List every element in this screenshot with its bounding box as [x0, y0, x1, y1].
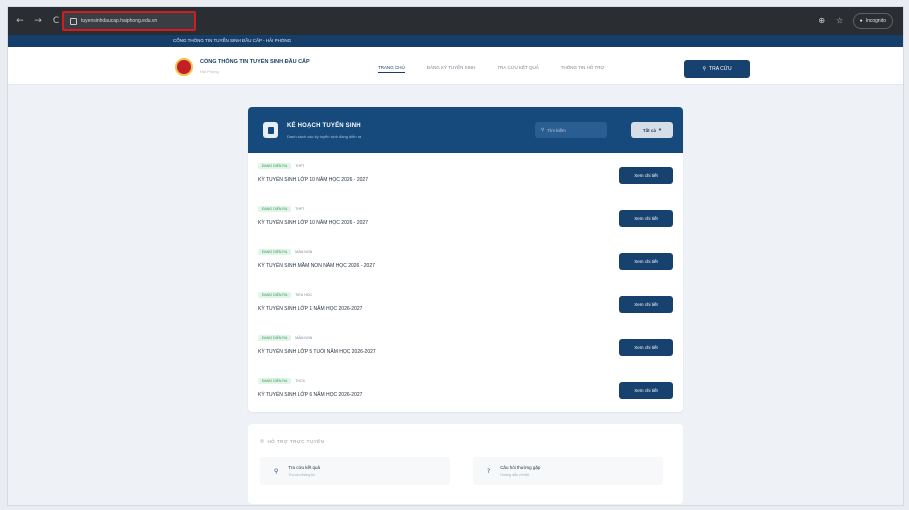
main-nav: TRANG CHỦ ĐĂNG KÝ TUYỂN SINH TRA CỨU KẾT…: [378, 65, 604, 73]
support-item-sub: Tra cứu thông tin: [288, 473, 315, 477]
list-item: ĐANG DIỄN RA MẦM NON KỲ TUYỂN SINH MẦM NO…: [248, 241, 683, 284]
support-item-results[interactable]: ⚲ Tra cứu kết quả Tra cứu thông tin: [260, 457, 450, 485]
support-item-sub: Hướng dẫn chi tiết: [500, 473, 530, 477]
view-detail-button[interactable]: Xem chi tiết: [619, 253, 673, 270]
card-title: KẾ HOẠCH TUYỂN SINH: [287, 123, 361, 129]
support-title: ◎ HỖ TRỢ TRỰC TUYẾN: [260, 438, 324, 444]
search-icon: ⚲: [702, 66, 707, 72]
level-badge: MẦM NON: [295, 250, 313, 254]
card-header: KẾ HOẠCH TUYỂN SINH Danh sách các kỳ tuy…: [248, 107, 683, 153]
incognito-label: Incognito: [865, 18, 886, 24]
chevron-down-icon: ▾: [658, 127, 662, 132]
view-detail-button[interactable]: Xem chi tiết: [619, 382, 673, 399]
plan-title: KỲ TUYỂN SINH LỚP 6 NĂM HỌC 2026-2027: [258, 392, 363, 398]
search-icon: ⚲: [274, 467, 279, 475]
status-badge: ĐANG DIỄN RA: [258, 335, 292, 341]
plan-title: KỲ TUYỂN SINH MẦM NON NĂM HỌC 2026 - 202…: [258, 263, 375, 269]
address-bar[interactable]: tuyensinhdaucap.haiphong.edu.vn: [62, 11, 196, 31]
site-info-icon[interactable]: [70, 17, 77, 25]
card-subtitle: Danh sách các kỳ tuyển sinh đang diễn ra: [287, 134, 362, 139]
list-item: ĐANG DIỄN RA MẦM NON KỲ TUYỂN SINH LỚP 5 …: [248, 327, 683, 370]
plan-title: KỲ TUYỂN SINH LỚP 5 TUỔI NĂM HỌC 2026-20…: [258, 349, 376, 355]
plan-title: KỲ TUYỂN SINH LỚP 10 NĂM HỌC 2026 - 2027: [258, 177, 368, 183]
status-badge: ĐANG DIỄN RA: [258, 206, 292, 212]
lookup-button-label: TRA CỨU: [709, 66, 732, 72]
filter-dropdown[interactable]: Tất cả ▾: [631, 122, 673, 138]
list-item: ĐANG DIỄN RA TIỂU HỌC KỲ TUYỂN SINH LỚP 1…: [248, 284, 683, 327]
incognito-icon: ●: [859, 18, 863, 24]
list-item: ĐANG DIỄN RA THPT KỲ TUYỂN SINH LỚP 10 NĂ…: [248, 155, 683, 198]
zoom-icon[interactable]: ⊕: [817, 16, 827, 26]
nav-item-support[interactable]: THÔNG TIN HỖ TRỢ: [561, 65, 605, 73]
top-info-strip: CỔNG THÔNG TIN TUYỂN SINH ĐẦU CẤP - HẢI …: [8, 35, 903, 47]
site-logo[interactable]: [175, 58, 193, 76]
document-icon: [263, 122, 278, 138]
status-badge: ĐANG DIỄN RA: [258, 378, 292, 384]
nav-item-results[interactable]: TRA CỨU KẾT QUẢ: [497, 65, 538, 73]
url-text: tuyensinhdaucap.haiphong.edu.vn: [81, 18, 158, 24]
level-badge: THCS: [295, 379, 305, 383]
list-item: ĐANG DIỄN RA THPT KỲ TUYỂN SINH LỚP 10 NĂ…: [248, 198, 683, 241]
reload-icon[interactable]: C: [50, 15, 62, 27]
brand: CỔNG THÔNG TIN TUYỂN SINH ĐẦU CẤP Hải Ph…: [200, 59, 310, 74]
view-detail-button[interactable]: Xem chi tiết: [619, 210, 673, 227]
nav-item-register[interactable]: ĐĂNG KÝ TUYỂN SINH: [427, 65, 476, 73]
search-placeholder: Tìm kiếm: [547, 127, 566, 133]
browser-toolbar: ← → C tuyensinhdaucap.haiphong.edu.vn ⊕ …: [8, 7, 903, 35]
bookmark-star-icon[interactable]: ☆: [835, 16, 845, 26]
lookup-button[interactable]: ⚲ TRA CỨU: [684, 60, 750, 78]
admission-plan-card: KẾ HOẠCH TUYỂN SINH Danh sách các kỳ tuy…: [248, 107, 683, 412]
search-icon: ⚲: [541, 127, 545, 132]
forward-icon[interactable]: →: [32, 15, 44, 27]
support-card: ◎ HỖ TRỢ TRỰC TUYẾN ⚲ Tra cứu kết quả Tr…: [248, 424, 683, 504]
search-input[interactable]: ⚲ Tìm kiếm: [535, 122, 607, 138]
brand-subtitle: Hải Phòng: [200, 69, 219, 74]
support-item-label: Tra cứu kết quả: [288, 465, 321, 470]
level-badge: THPT: [295, 164, 305, 168]
view-detail-button[interactable]: Xem chi tiết: [619, 296, 673, 313]
site-header: CỔNG THÔNG TIN TUYỂN SINH ĐẦU CẤP Hải Ph…: [8, 47, 903, 85]
support-item-label: Câu hỏi thường gặp: [500, 465, 541, 470]
browser-window: ← → C tuyensinhdaucap.haiphong.edu.vn ⊕ …: [7, 6, 904, 506]
brand-title: CỔNG THÔNG TIN TUYỂN SINH ĐẦU CẤP: [200, 59, 310, 65]
view-detail-button[interactable]: Xem chi tiết: [619, 339, 673, 356]
nav-item-home[interactable]: TRANG CHỦ: [378, 65, 405, 73]
incognito-badge[interactable]: ● Incognito: [852, 13, 893, 29]
back-icon[interactable]: ←: [14, 15, 26, 27]
support-title-text: HỖ TRỢ TRỰC TUYẾN: [267, 438, 325, 444]
status-badge: ĐANG DIỄN RA: [258, 292, 292, 298]
view-detail-button[interactable]: Xem chi tiết: [619, 167, 673, 184]
status-badge: ĐANG DIỄN RA: [258, 249, 292, 255]
level-badge: MẦM NON: [295, 336, 313, 340]
status-badge: ĐANG DIỄN RA: [258, 163, 292, 169]
question-icon: ?: [487, 467, 491, 475]
level-badge: THPT: [295, 207, 305, 211]
level-badge: TIỂU HỌC: [295, 293, 313, 297]
plan-title: KỲ TUYỂN SINH LỚP 1 NĂM HỌC 2026-2027: [258, 306, 363, 312]
plan-title: KỲ TUYỂN SINH LỚP 10 NĂM HỌC 2026 - 2027: [258, 220, 368, 226]
list-item: ĐANG DIỄN RA THCS KỲ TUYỂN SINH LỚP 6 NĂM…: [248, 370, 683, 412]
headset-icon: ◎: [260, 438, 265, 443]
filter-label: Tất cả: [642, 127, 656, 133]
support-item-faq[interactable]: ? Câu hỏi thường gặp Hướng dẫn chi tiết: [473, 457, 663, 485]
